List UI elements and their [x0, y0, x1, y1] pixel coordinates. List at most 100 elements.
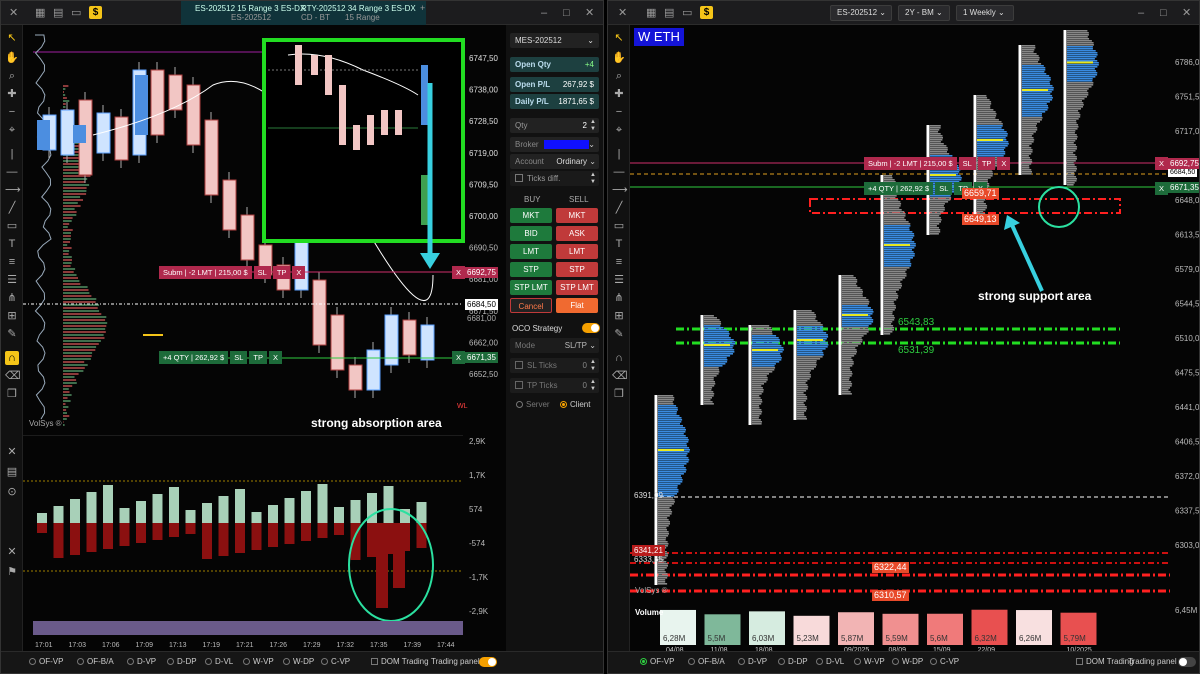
trading-panel-toggle[interactable] — [1178, 657, 1196, 667]
sub-tab-range[interactable]: 15 Range — [341, 12, 384, 23]
measure-icon[interactable]: ⊞ — [5, 309, 19, 323]
close-icon[interactable]: ✕ — [618, 7, 627, 19]
dom-trading-toggle[interactable]: DOM Trading — [371, 657, 429, 666]
close-icon[interactable]: ✕ — [9, 7, 18, 19]
toggle-c-vp[interactable]: C-VP — [930, 657, 959, 666]
mode-select[interactable]: Mode SL/TP ⌄ — [510, 338, 599, 353]
hand-icon[interactable]: ✋ — [612, 51, 626, 65]
ruler-icon[interactable]: ⌖ — [612, 123, 626, 137]
right-volume-chart[interactable]: 6,28M04/085,5M11/086,03M18/085,23M 5,87M0… — [630, 605, 1200, 653]
position-sl-button[interactable]: SL — [935, 182, 952, 195]
window-icon[interactable]: ▭ — [682, 7, 692, 19]
sub-tab-instrument[interactable]: ES-202512 — [227, 12, 275, 23]
magnet-icon[interactable]: ∩ — [612, 351, 626, 365]
eraser-icon[interactable]: ⌫ — [5, 369, 19, 383]
text-icon[interactable]: T — [612, 237, 626, 251]
zoom-icon[interactable]: ⌕ — [5, 69, 19, 83]
brush-icon[interactable]: ✎ — [612, 327, 626, 341]
stepper-icon[interactable]: ▲ ▼ — [590, 119, 596, 133]
pitchfork-icon[interactable]: ⋔ — [5, 291, 19, 305]
toggle-of-ba[interactable]: OF-B/A — [688, 657, 725, 666]
toggle-of-vp[interactable]: OF-VP — [640, 657, 674, 666]
tp-ticks-value[interactable]: 0 — [583, 378, 587, 393]
flag-icon[interactable]: ⚑ — [5, 565, 19, 579]
toggle-d-dp[interactable]: D-DP — [167, 657, 197, 666]
ticks-diff-checkbox[interactable] — [515, 174, 523, 182]
tp-button[interactable]: TP — [978, 157, 996, 170]
position-sl-button[interactable]: SL — [230, 351, 247, 364]
close-position-button[interactable]: X — [269, 351, 282, 364]
cancel-button[interactable]: Cancel — [510, 298, 552, 313]
dom-trading-toggle[interactable]: DOM Trading — [1076, 657, 1134, 666]
stepper-icon[interactable]: ▲ ▼ — [590, 359, 596, 373]
range-dropdown[interactable]: 2Y - BM ⌄ — [898, 5, 950, 21]
server-radio[interactable]: Server — [516, 400, 550, 409]
add-tab-icon[interactable]: + — [420, 2, 425, 14]
layout-icon[interactable]: ▤ — [53, 7, 63, 19]
right-price-chart[interactable]: 6786,006751,506717,006682,506648,006613,… — [630, 25, 1200, 605]
text-icon[interactable]: T — [5, 237, 19, 251]
window-icon[interactable]: ▭ — [71, 7, 81, 19]
list-icon[interactable]: ☰ — [5, 273, 19, 287]
tp-button[interactable]: TP — [273, 266, 291, 279]
position-x[interactable]: X — [452, 351, 465, 364]
sl-button[interactable]: SL — [254, 266, 271, 279]
crosshair-icon[interactable]: ✚ — [5, 87, 19, 101]
pin-icon[interactable]: ⊙ — [5, 485, 19, 499]
tp-ticks-row[interactable]: TP Ticks 0 ▲ ▼ — [510, 378, 599, 393]
eraser-icon[interactable]: ⌫ — [612, 369, 626, 383]
cancel-order-button[interactable]: X — [997, 157, 1010, 170]
ray-icon[interactable]: ⟶ — [5, 183, 19, 197]
toggle-d-vl[interactable]: D-VL — [816, 657, 844, 666]
left-price-chart[interactable]: 6747,506738,006728,506719,006709,506700,… — [23, 25, 504, 435]
toggle-d-vl[interactable]: D-VL — [205, 657, 233, 666]
rectangle-icon[interactable]: ▭ — [5, 219, 19, 233]
sell-mkt-button[interactable]: MKT — [556, 208, 598, 223]
trading-panel-toggle[interactable] — [479, 657, 497, 667]
fib-icon[interactable]: ≡ — [5, 255, 19, 269]
sl-ticks-value[interactable]: 0 — [583, 358, 587, 373]
toggle-w-dp[interactable]: W-DP — [892, 657, 923, 666]
collapse-icon[interactable]: ✕ — [5, 445, 19, 459]
close-window-icon[interactable]: ✕ — [585, 7, 594, 19]
maximize-icon[interactable]: □ — [563, 7, 570, 19]
trendline-icon[interactable]: ╱ — [5, 201, 19, 215]
hline-icon[interactable]: — — [612, 165, 626, 179]
sub-tab-mode[interactable]: CD - BT — [297, 12, 334, 23]
broker-select[interactable]: Broker ⌄ — [510, 137, 599, 152]
buy-lmt-button[interactable]: LMT — [510, 244, 552, 259]
sell-stp-button[interactable]: STP — [556, 262, 598, 277]
timeframe-dropdown[interactable]: 1 Weekly ⌄ — [956, 5, 1014, 21]
panel-icon[interactable]: ▤ — [5, 465, 19, 479]
tp-ticks-checkbox[interactable] — [515, 381, 523, 389]
sl-button[interactable]: SL — [959, 157, 976, 170]
rectangle-icon[interactable]: ▭ — [612, 219, 626, 233]
hline-icon[interactable]: — — [5, 165, 19, 179]
ticks-diff-row[interactable]: Ticks diff. ▲ ▼ — [510, 171, 599, 186]
minimize-icon[interactable]: – — [541, 7, 547, 19]
toggle-c-vp[interactable]: C-VP — [321, 657, 350, 666]
toggle-w-vp[interactable]: W-VP — [243, 657, 274, 666]
grid-icon[interactable]: ▦ — [646, 7, 656, 19]
instrument-dropdown[interactable]: ES-202512 ⌄ — [830, 5, 892, 21]
cancel-order-button[interactable]: X — [292, 266, 305, 279]
account-select[interactable]: Account Ordinary ⌄ — [510, 154, 599, 169]
sell-lmt-button[interactable]: LMT — [556, 244, 598, 259]
left-delta-chart[interactable]: 2,9K 1,7K 574 -574 -1,7K -2,9K 17:01 17:03 17:06… — [23, 435, 504, 653]
hand-icon[interactable]: ✋ — [5, 51, 19, 65]
toggle-w-dp[interactable]: W-DP — [283, 657, 314, 666]
fib-icon[interactable]: ≡ — [612, 255, 626, 269]
minimize-icon[interactable]: – — [1138, 7, 1144, 19]
sell-stp-lmt-button[interactable]: STP LMT — [556, 280, 598, 295]
stepper-icon[interactable]: ▲ ▼ — [590, 379, 596, 393]
cursor-icon[interactable]: ↖ — [5, 31, 19, 45]
trendline-icon[interactable]: ╱ — [612, 201, 626, 215]
submit-order-x[interactable]: X — [1155, 157, 1168, 170]
position-tag[interactable]: +4 QTY | 262,92 $SLTPX — [159, 351, 284, 364]
submit-order-x[interactable]: X — [452, 266, 465, 279]
position-x[interactable]: X — [1155, 182, 1168, 195]
toggle-d-vp[interactable]: D-VP — [738, 657, 767, 666]
close-window-icon[interactable]: ✕ — [1182, 7, 1191, 19]
toggle-of-vp[interactable]: OF-VP — [29, 657, 63, 666]
toggle-of-ba[interactable]: OF-B/A — [77, 657, 114, 666]
